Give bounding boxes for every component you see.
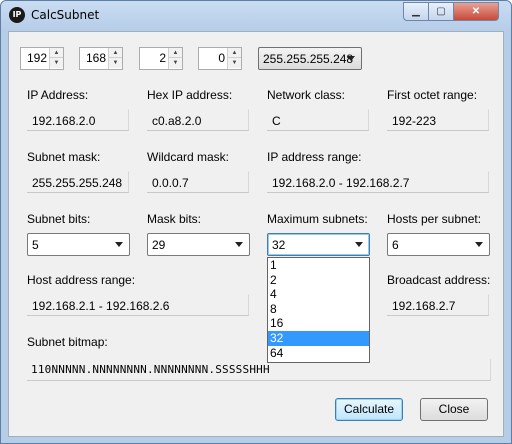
- spin-up-icon[interactable]: ▲: [169, 48, 182, 58]
- maximize-icon: ▢: [436, 6, 446, 17]
- close-window-button[interactable]: ✕: [453, 2, 499, 21]
- spin-up-icon[interactable]: ▲: [50, 48, 63, 58]
- app-icon: IP: [9, 7, 25, 23]
- dropdown-option[interactable]: 64: [268, 346, 369, 361]
- close-icon: ✕: [471, 6, 481, 17]
- close-button[interactable]: Close: [420, 398, 488, 421]
- spin-down-icon[interactable]: ▼: [228, 58, 241, 68]
- maximum-subnets-dropdown-list[interactable]: 1 2 4 8 16 32 64: [267, 257, 370, 363]
- dropdown-option-selected[interactable]: 32: [268, 330, 369, 346]
- window-title: CalcSubnet: [31, 8, 100, 22]
- host-address-range-field: 192.168.2.1 - 192.168.2.6: [27, 294, 249, 316]
- ip-address-range-label: IP address range:: [267, 150, 362, 164]
- subnet-mask-value: 255.255.255.248: [32, 176, 123, 190]
- mask-bits-select[interactable]: 29: [147, 233, 250, 256]
- spin-down-icon[interactable]: ▼: [169, 58, 182, 68]
- ip-address-value: 192.168.2.0: [32, 114, 96, 128]
- subnet-mask-field: 255.255.255.248: [27, 171, 129, 193]
- spin-down-icon[interactable]: ▼: [109, 58, 122, 68]
- octet-2-value[interactable]: 168: [86, 51, 106, 65]
- ip-address-label: IP Address:: [27, 88, 89, 102]
- minimize-icon: ▁: [412, 6, 420, 17]
- wildcard-mask-label: Wildcard mask:: [147, 150, 230, 164]
- spin-up-icon[interactable]: ▲: [228, 48, 241, 58]
- octet-1-value[interactable]: 192: [27, 51, 47, 65]
- chevron-down-icon: [475, 242, 483, 247]
- subnet-mask-label: Subnet mask:: [27, 150, 101, 164]
- hosts-per-subnet-value: 6: [392, 238, 399, 252]
- broadcast-address-field: 192.168.2.7: [387, 294, 489, 316]
- calculate-button[interactable]: Calculate: [335, 398, 403, 421]
- octet-3-spinbox[interactable]: 2 ▲ ▼: [139, 47, 183, 70]
- network-class-value: C: [272, 114, 281, 128]
- wildcard-mask-field: 0.0.0.7: [147, 171, 249, 193]
- octet-2-spinbox[interactable]: 168 ▲ ▼: [79, 47, 123, 70]
- wildcard-mask-value: 0.0.0.7: [152, 176, 189, 190]
- subnet-bits-select[interactable]: 5: [27, 233, 130, 256]
- hex-ip-field: c0.a8.2.0: [147, 109, 249, 131]
- subnet-mask-select-value: 255.255.255.248: [263, 52, 354, 66]
- network-class-label: Network class:: [267, 88, 346, 102]
- dropdown-option[interactable]: 2: [268, 273, 369, 288]
- subnet-bitmap-value: 110NNNNN.NNNNNNNN.NNNNNNNN.SSSSSHHH: [31, 363, 270, 376]
- hex-ip-label: Hex IP address:: [147, 88, 233, 102]
- network-class-field: C: [267, 109, 369, 131]
- first-octet-range-label: First octet range:: [387, 88, 478, 102]
- broadcast-address-value: 192.168.2.7: [392, 299, 456, 313]
- chevron-down-icon: [115, 242, 123, 247]
- minimize-button[interactable]: ▁: [403, 2, 429, 21]
- subnet-bitmap-field: 110NNNNN.NNNNNNNN.NNNNNNNN.SSSSSHHH: [27, 359, 491, 381]
- chevron-down-icon: [355, 242, 363, 247]
- hosts-per-subnet-label: Hosts per subnet:: [387, 212, 482, 226]
- subnet-bits-label: Subnet bits:: [27, 212, 91, 226]
- maximize-button[interactable]: ▢: [428, 2, 454, 21]
- subnet-bitmap-label: Subnet bitmap:: [27, 335, 108, 349]
- hosts-per-subnet-select[interactable]: 6: [387, 233, 490, 256]
- broadcast-address-label: Broadcast address:: [387, 273, 491, 287]
- spin-up-icon[interactable]: ▲: [109, 48, 122, 58]
- first-octet-range-field: 192-223: [387, 109, 489, 131]
- octet-4-value[interactable]: 0: [218, 51, 225, 65]
- maximum-subnets-label: Maximum subnets:: [267, 212, 368, 226]
- subnet-bits-value: 5: [32, 238, 39, 252]
- chevron-down-icon: [235, 242, 243, 247]
- host-address-range-label: Host address range:: [27, 273, 136, 287]
- client-area: 192 ▲ ▼ 168 ▲ ▼ 2 ▲ ▼ 0 ▲ ▼ 255.255.255.248 …: [8, 31, 504, 437]
- octet-3-value[interactable]: 2: [159, 51, 166, 65]
- maximum-subnets-select[interactable]: 32: [267, 233, 370, 256]
- dropdown-option[interactable]: 16: [268, 316, 369, 331]
- host-address-range-value: 192.168.2.1 - 192.168.2.6: [32, 299, 170, 313]
- spin-down-icon[interactable]: ▼: [50, 58, 63, 68]
- mask-bits-value: 29: [152, 238, 166, 252]
- ip-address-field: 192.168.2.0: [27, 109, 129, 131]
- app-window: IP CalcSubnet ▁ ▢ ✕ 192 ▲ ▼ 168 ▲ ▼ 2 ▲ ▼ 0…: [0, 0, 512, 444]
- hex-ip-value: c0.a8.2.0: [152, 114, 202, 128]
- dropdown-option[interactable]: 4: [268, 287, 369, 302]
- title-bar[interactable]: IP CalcSubnet ▁ ▢ ✕: [1, 1, 511, 31]
- octet-1-spinbox[interactable]: 192 ▲ ▼: [20, 47, 64, 70]
- dropdown-option[interactable]: 8: [268, 302, 369, 317]
- octet-4-spinbox[interactable]: 0 ▲ ▼: [198, 47, 242, 70]
- mask-bits-label: Mask bits:: [147, 212, 202, 226]
- ip-address-range-value: 192.168.2.0 - 192.168.2.7: [272, 176, 410, 190]
- subnet-mask-select[interactable]: 255.255.255.248: [258, 47, 362, 70]
- chevron-down-icon: [347, 56, 355, 61]
- first-octet-range-value: 192-223: [392, 114, 437, 128]
- dropdown-option[interactable]: 1: [268, 258, 369, 273]
- maximum-subnets-value: 32: [272, 238, 286, 252]
- ip-address-range-field: 192.168.2.0 - 192.168.2.7: [267, 171, 489, 193]
